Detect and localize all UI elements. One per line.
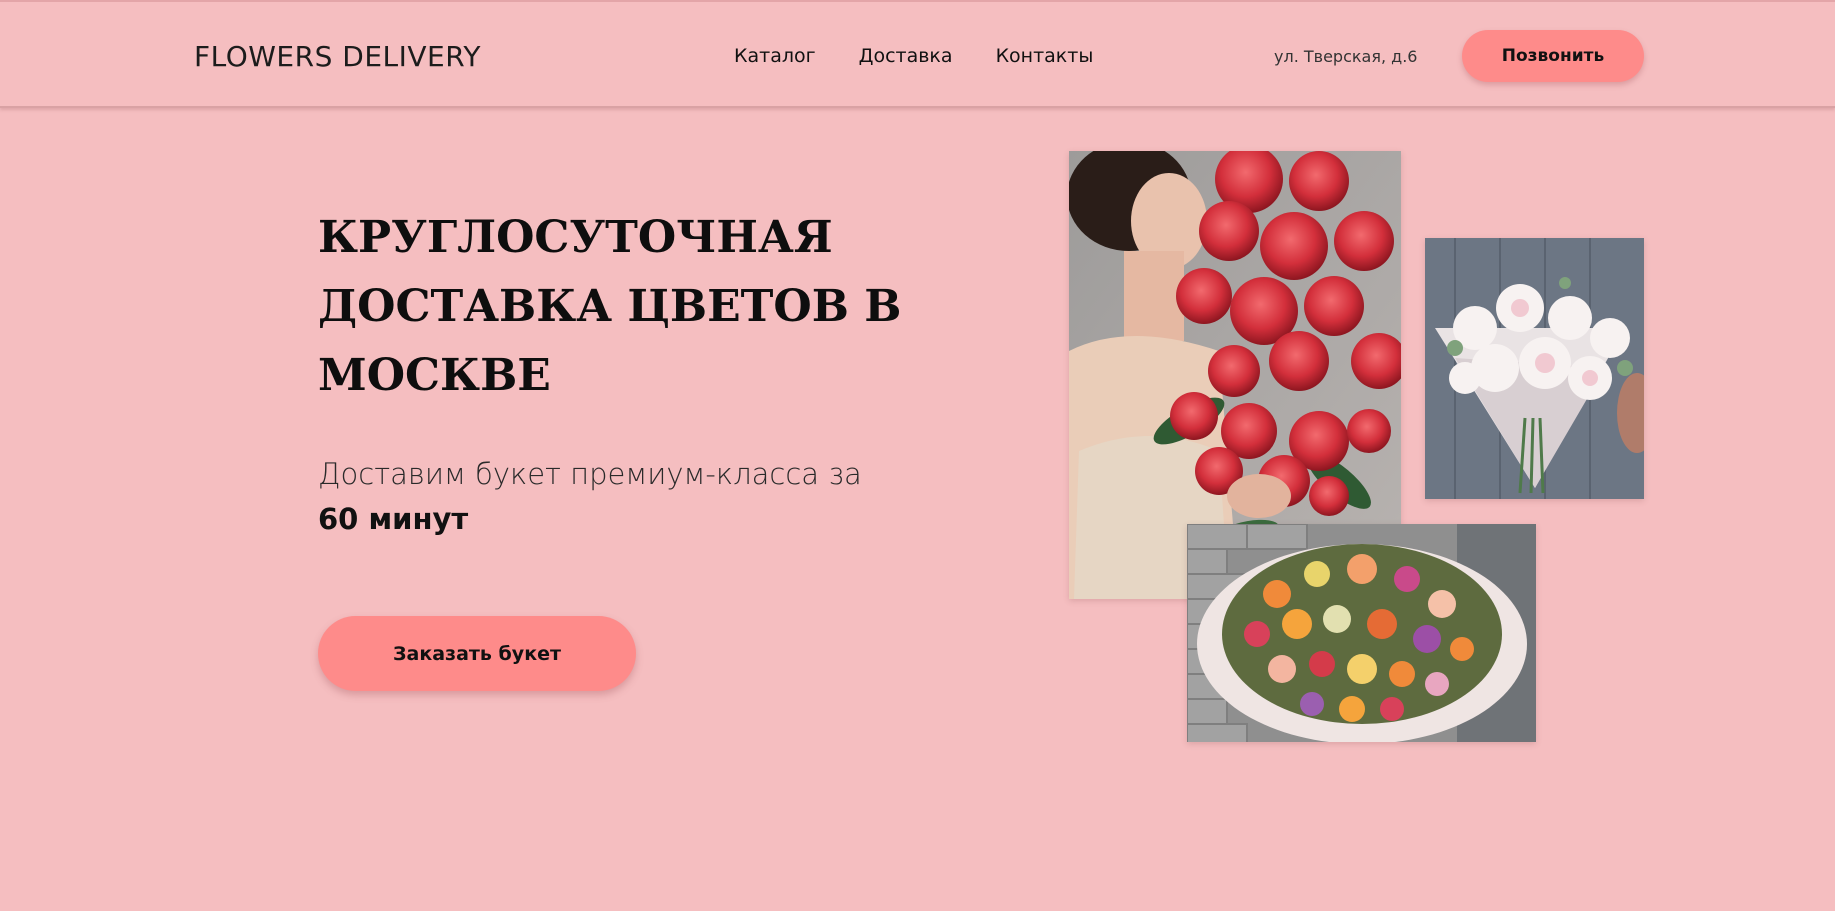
nav-item-delivery[interactable]: Доставка xyxy=(859,45,953,67)
nav-item-catalog[interactable]: Каталог xyxy=(734,45,816,67)
call-button[interactable]: Позвонить xyxy=(1462,30,1644,82)
hero-title-line: КРУГЛОСУТОЧНАЯ xyxy=(318,212,833,263)
hero-subtitle: Доставим букет премиум-класса за 60 мину… xyxy=(318,452,862,542)
hero-subtitle-time: 60 минут xyxy=(318,502,469,536)
hero-title-line: ДОСТАВКА ЦВЕТОВ В xyxy=(318,281,902,332)
main-nav: Каталог Доставка Контакты xyxy=(734,45,1093,67)
hero-subtitle-text: Доставим букет премиум-класса за xyxy=(318,457,862,491)
order-bouquet-button[interactable]: Заказать букет xyxy=(318,616,636,691)
site-header: FLOWERS DELIVERY Каталог Доставка Контак… xyxy=(0,0,1835,108)
white-peony-bouquet-photo xyxy=(1425,238,1644,499)
landing-page: FLOWERS DELIVERY Каталог Доставка Контак… xyxy=(0,0,1835,911)
hero-title-line: МОСКВЕ xyxy=(318,350,551,401)
mixed-colorful-bouquet-photo xyxy=(1187,524,1536,742)
nav-item-contacts[interactable]: Контакты xyxy=(996,45,1094,67)
site-logo[interactable]: FLOWERS DELIVERY xyxy=(194,40,481,73)
hero-title: КРУГЛОСУТОЧНАЯ ДОСТАВКА ЦВЕТОВ В МОСКВЕ xyxy=(318,203,918,410)
header-address: ул. Тверская, д.6 xyxy=(1274,47,1418,66)
